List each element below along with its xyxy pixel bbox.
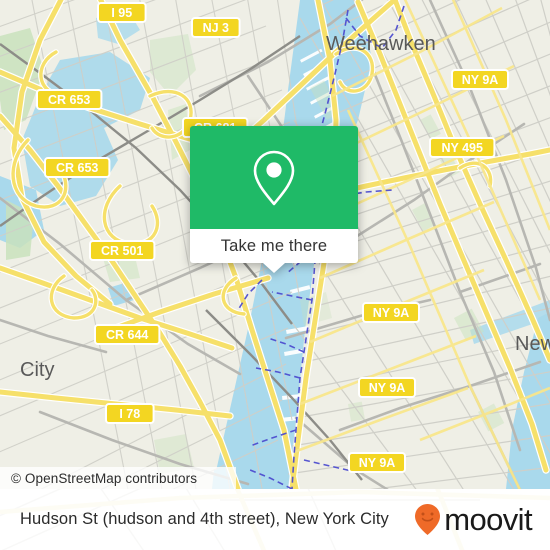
road-shield: I 95 [97, 2, 147, 23]
road-shield-label: CR 653 [48, 93, 90, 107]
location-popup-card[interactable]: Take me there [190, 126, 358, 273]
map-pin-icon [253, 150, 295, 205]
road-shield: CR 644 [94, 324, 161, 345]
road-shield-label: NY 9A [462, 73, 499, 87]
location-title: Hudson St (hudson and 4th street), New Y… [20, 510, 389, 528]
popup-image-area [190, 126, 358, 229]
road-shield: NY 9A [362, 302, 420, 323]
take-me-there-button[interactable]: Take me there [190, 229, 358, 263]
road-shield-label: NY 9A [369, 381, 406, 395]
place-label: New York [515, 333, 550, 355]
road-shield-label: I 95 [111, 6, 132, 20]
road-shield: CR 653 [36, 89, 103, 110]
footer-bar: Hudson St (hudson and 4th street), New Y… [0, 489, 550, 550]
osm-attribution[interactable]: © OpenStreetMap contributors [0, 467, 236, 489]
road-shield-label: CR 644 [106, 328, 148, 342]
road-shield: NY 9A [348, 452, 406, 473]
place-label: City [20, 359, 54, 381]
road-shield: NY 9A [358, 377, 416, 398]
road-shield: I 78 [105, 403, 155, 424]
moovit-pin-icon [415, 504, 441, 535]
take-me-there-label: Take me there [220, 236, 328, 255]
road-shield: NY 9A [451, 69, 509, 90]
road-shield-label: I 78 [119, 407, 140, 421]
osm-attribution-text: © OpenStreetMap contributors [11, 470, 198, 486]
popup-tail [263, 263, 285, 273]
moovit-location-card-screenshot: I 95NJ 3CR 653CR 681NY 9ANY 495CR 653CR … [0, 0, 550, 550]
road-shield: NJ 3 [191, 17, 241, 38]
road-shield-label: NJ 3 [203, 21, 229, 35]
road-shield-label: NY 9A [373, 306, 410, 320]
road-shield: CR 501 [89, 240, 156, 261]
road-shield-label: CR 501 [101, 244, 143, 258]
road-shield-label: CR 653 [56, 161, 98, 175]
moovit-wordmark: moovit [444, 502, 532, 537]
road-shield: CR 653 [44, 157, 111, 178]
road-shield: NY 495 [429, 137, 496, 158]
road-shield-label: NY 495 [441, 141, 483, 155]
place-label: Weehawken [326, 33, 436, 55]
moovit-logo[interactable]: moovit [414, 502, 533, 537]
road-shield-label: NY 9A [359, 456, 396, 470]
